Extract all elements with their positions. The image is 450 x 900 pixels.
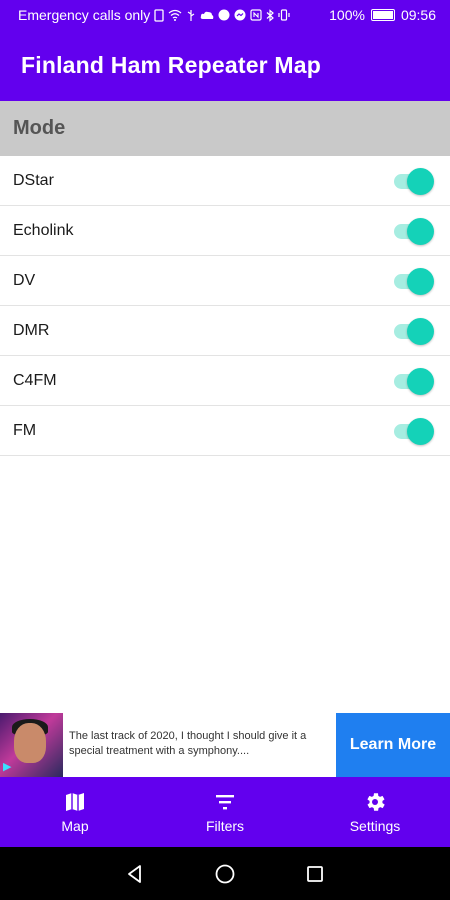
filter-icon — [216, 795, 234, 810]
section-header-mode: Mode — [0, 101, 450, 156]
carrier-text: Emergency calls only — [18, 7, 151, 23]
nfc-icon — [250, 9, 262, 21]
system-nav-bar — [0, 847, 450, 900]
app-title: Finland Ham Repeater Map — [21, 52, 322, 78]
dstar-toggle[interactable] — [392, 167, 434, 195]
nav-item-filters[interactable]: Filters — [150, 777, 300, 847]
mode-row-dv[interactable]: DV — [0, 256, 450, 306]
back-icon[interactable] — [124, 863, 146, 885]
status-bar: Emergency calls only 100% 09:56 — [0, 0, 450, 30]
mode-row-dmr[interactable]: DMR — [0, 306, 450, 356]
nav-item-map[interactable]: Map — [0, 777, 150, 847]
status-left: Emergency calls only — [18, 7, 290, 23]
mode-list: DStar Echolink DV DMR C4FM FM — [0, 156, 450, 456]
ad-thumbnail[interactable]: ▶ — [0, 713, 63, 777]
mode-row-c4fm[interactable]: C4FM — [0, 356, 450, 406]
messenger-icon — [234, 9, 246, 21]
app-icon — [218, 9, 230, 21]
mode-label: DV — [13, 271, 36, 289]
status-right: 100% 09:56 — [329, 7, 436, 23]
nav-label-map: Map — [61, 818, 89, 834]
battery-icon — [370, 9, 395, 21]
section-title: Mode — [13, 117, 66, 139]
nav-label-settings: Settings — [349, 818, 401, 834]
dmr-toggle[interactable] — [392, 317, 434, 345]
learn-more-button[interactable]: Learn More — [336, 713, 450, 777]
nav-item-settings[interactable]: Settings — [300, 777, 450, 847]
cloud-icon — [201, 11, 214, 19]
mode-label: C4FM — [13, 371, 57, 389]
play-icon: ▶ — [3, 761, 12, 773]
ad-banner[interactable]: ▶ The last track of 2020, I thought I sh… — [0, 713, 450, 777]
usb-icon — [187, 9, 195, 21]
dv-toggle[interactable] — [392, 267, 434, 295]
wifi-icon — [168, 9, 182, 21]
recents-icon[interactable] — [304, 863, 326, 885]
mode-label: Echolink — [13, 221, 74, 239]
home-icon[interactable] — [214, 863, 236, 885]
notification-icons — [154, 8, 290, 22]
gear-icon — [367, 793, 385, 811]
clock: 09:56 — [400, 7, 436, 23]
bottom-nav: Map Filters Settings — [0, 777, 450, 847]
map-icon — [66, 793, 84, 811]
fm-toggle[interactable] — [392, 417, 434, 445]
app-bar: Finland Ham Repeater Map — [0, 30, 450, 101]
sim-icon — [154, 8, 164, 22]
mode-label: DStar — [13, 171, 54, 189]
mode-label: FM — [13, 421, 37, 439]
c4fm-toggle[interactable] — [392, 367, 434, 395]
vibrate-icon — [278, 9, 290, 21]
nav-label-filters: Filters — [205, 818, 245, 834]
bluetooth-icon — [266, 8, 275, 22]
mode-label: DMR — [13, 321, 50, 339]
echolink-toggle[interactable] — [392, 217, 434, 245]
battery-percent: 100% — [329, 7, 365, 23]
mode-row-fm[interactable]: FM — [0, 406, 450, 456]
mode-row-echolink[interactable]: Echolink — [0, 206, 450, 256]
ad-text[interactable]: The last track of 2020, I thought I shou… — [63, 713, 336, 777]
mode-row-dstar[interactable]: DStar — [0, 156, 450, 206]
